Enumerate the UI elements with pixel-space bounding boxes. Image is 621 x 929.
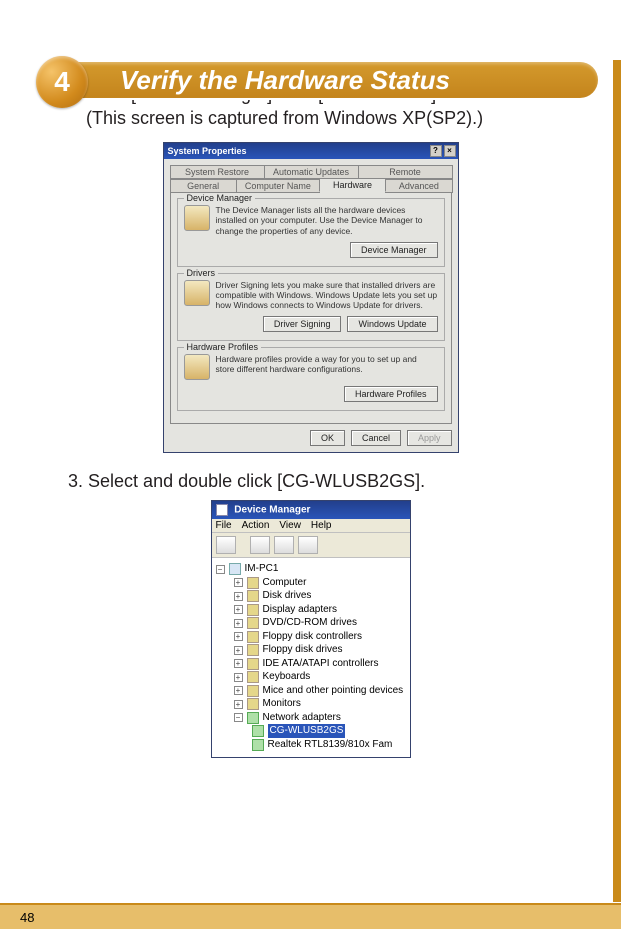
device-icon <box>247 698 259 710</box>
device-icon <box>247 671 259 683</box>
computer-icon <box>229 563 241 575</box>
expand-icon[interactable]: + <box>234 646 243 655</box>
tab-system-restore[interactable]: System Restore <box>170 165 265 179</box>
group-hardware-profiles: Hardware Profiles Hardware profiles prov… <box>177 347 445 411</box>
device-icon <box>247 590 259 602</box>
group-device-manager: Device Manager The Device Manager lists … <box>177 198 445 267</box>
menu-help[interactable]: Help <box>311 520 332 531</box>
tab-remote[interactable]: Remote <box>358 165 453 179</box>
expand-icon[interactable]: + <box>234 605 243 614</box>
tree-node[interactable]: +Computer <box>234 576 408 590</box>
expand-icon[interactable]: + <box>234 578 243 587</box>
system-properties-dialog: System Properties ? × System Restore Aut… <box>163 142 459 453</box>
expand-icon[interactable]: + <box>234 592 243 601</box>
collapse-icon[interactable]: − <box>216 565 225 574</box>
device-manager-icon <box>184 205 210 231</box>
menubar: File Action View Help <box>212 519 410 533</box>
devmgr-title: Device Manager <box>234 505 310 516</box>
menu-view[interactable]: View <box>279 520 301 531</box>
tab-computer-name[interactable]: Computer Name <box>236 179 320 193</box>
device-icon <box>247 658 259 670</box>
step-2-note: (This screen is captured from Windows XP… <box>86 107 558 130</box>
page-number: 48 <box>20 910 34 925</box>
tree-node[interactable]: +DVD/CD-ROM drives <box>234 616 408 630</box>
tree-node[interactable]: +Keyboards <box>234 670 408 684</box>
dialog-title: System Properties <box>168 146 247 156</box>
menu-action[interactable]: Action <box>242 520 270 531</box>
tab-general[interactable]: General <box>170 179 237 193</box>
ok-button[interactable]: OK <box>310 430 345 446</box>
close-button[interactable]: × <box>444 145 456 157</box>
tab-hardware[interactable]: Hardware <box>319 178 386 192</box>
toolbar <box>212 533 410 558</box>
toolbar-button-2[interactable] <box>250 536 270 554</box>
expand-icon[interactable]: + <box>234 686 243 695</box>
device-manager-window: Device Manager File Action View Help − I… <box>211 500 411 758</box>
apply-button[interactable]: Apply <box>407 430 452 446</box>
device-tree: − IM-PC1 +Computer +Disk drives +Display… <box>212 558 410 757</box>
device-manager-icon <box>216 504 228 516</box>
expand-icon[interactable]: + <box>234 700 243 709</box>
tree-node[interactable]: +IDE ATA/ATAPI controllers <box>234 657 408 671</box>
toolbar-button-3[interactable] <box>274 536 294 554</box>
devmgr-titlebar: Device Manager <box>212 501 410 519</box>
tree-node[interactable]: +Disk drives <box>234 589 408 603</box>
cancel-button[interactable]: Cancel <box>351 430 401 446</box>
tab-advanced[interactable]: Advanced <box>385 179 452 193</box>
adapter-other[interactable]: Realtek RTL8139/810x Fam <box>252 738 408 752</box>
drivers-icon <box>184 280 210 306</box>
tree-node[interactable]: +Floppy disk drives <box>234 643 408 657</box>
section-number: 4 <box>54 66 70 98</box>
page-footer: 48 <box>0 902 621 929</box>
expand-icon[interactable]: + <box>234 619 243 628</box>
device-icon <box>247 577 259 589</box>
tree-root[interactable]: − IM-PC1 <box>216 562 408 576</box>
tree-node[interactable]: +Floppy disk controllers <box>234 630 408 644</box>
section-title: Verify the Hardware Status <box>120 65 450 96</box>
device-manager-button[interactable]: Device Manager <box>350 242 438 258</box>
expand-icon[interactable]: + <box>234 673 243 682</box>
help-button[interactable]: ? <box>430 145 442 157</box>
tree-node[interactable]: +Display adapters <box>234 603 408 617</box>
menu-file[interactable]: File <box>216 520 232 531</box>
toolbar-button-1[interactable] <box>216 536 236 554</box>
step-3: 3. Select and double click [CG-WLUSB2GS]… <box>68 471 621 492</box>
expand-icon[interactable]: + <box>234 632 243 641</box>
device-icon <box>247 644 259 656</box>
network-icon <box>247 712 259 724</box>
hardware-profiles-button[interactable]: Hardware Profiles <box>344 386 438 402</box>
tree-node[interactable]: +Monitors <box>234 697 408 711</box>
adapter-icon <box>252 739 264 751</box>
adapter-selected[interactable]: CG-WLUSB2GS <box>252 724 408 738</box>
toolbar-button-4[interactable] <box>298 536 318 554</box>
dialog-titlebar: System Properties ? × <box>164 143 458 159</box>
hardware-profiles-icon <box>184 354 210 380</box>
group-drivers: Drivers Driver Signing lets you make sur… <box>177 273 445 342</box>
tree-node-network[interactable]: −Network adapters <box>234 711 408 725</box>
device-icon <box>247 631 259 643</box>
adapter-icon <box>252 725 264 737</box>
device-icon <box>247 685 259 697</box>
expand-icon[interactable]: + <box>234 659 243 668</box>
device-icon <box>247 617 259 629</box>
tree-node[interactable]: +Mice and other pointing devices <box>234 684 408 698</box>
tab-automatic-updates[interactable]: Automatic Updates <box>264 165 359 179</box>
collapse-icon[interactable]: − <box>234 713 243 722</box>
device-icon <box>247 604 259 616</box>
section-number-badge: 4 <box>36 56 88 108</box>
windows-update-button[interactable]: Windows Update <box>347 316 437 332</box>
driver-signing-button[interactable]: Driver Signing <box>263 316 342 332</box>
